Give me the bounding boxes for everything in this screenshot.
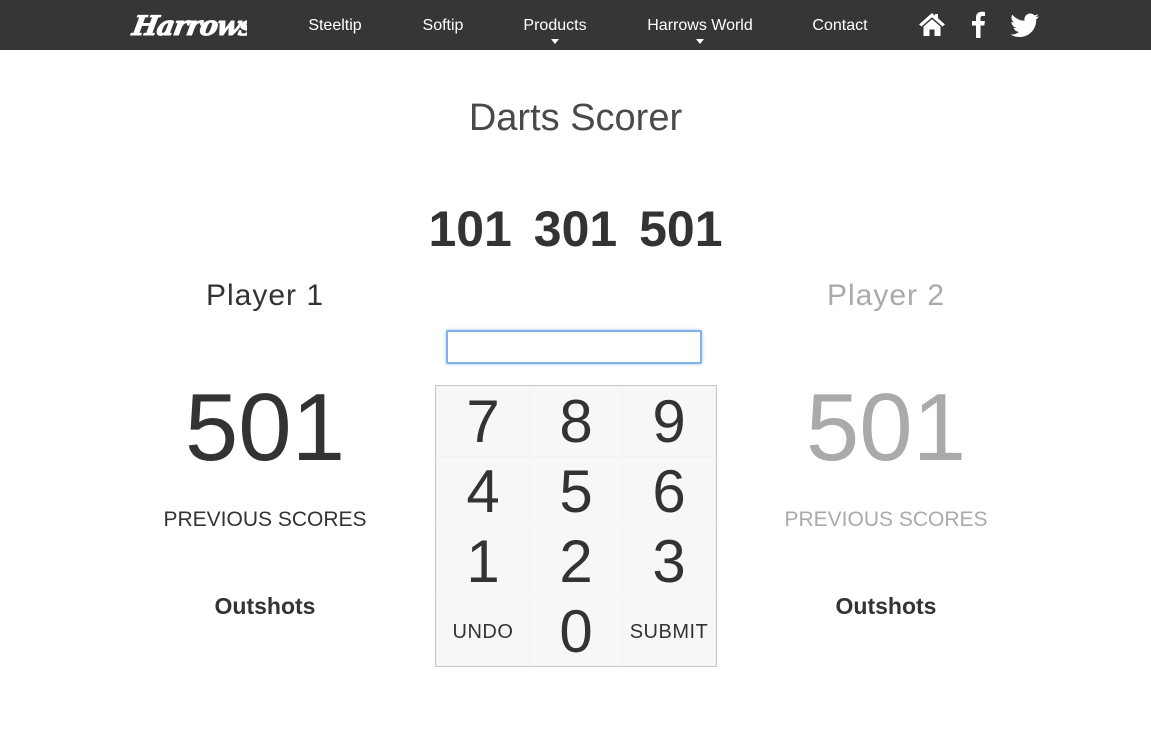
player-1-name[interactable]: Player 1 [135,278,395,314]
game-mode-501[interactable]: 501 [639,200,722,258]
number-keypad: 7 8 9 4 5 6 1 2 3 UNDO 0 SUBMIT [435,385,717,667]
page-title: Darts Scorer [468,97,683,139]
key-4[interactable]: 4 [437,457,529,526]
harrows-logo[interactable]: Harrows Harrows [126,8,247,42]
top-navbar: Harrows Harrows Steeltip Softip Products… [0,0,1151,50]
key-2[interactable]: 2 [530,527,622,596]
key-3[interactable]: 3 [623,527,715,596]
nav-item-contact[interactable]: Contact [812,17,868,35]
nav-item-label: Products [523,17,587,34]
nav-item-harrows-world[interactable]: Harrows World [647,17,753,44]
score-input[interactable] [446,330,702,364]
player-2-score: 501 [805,374,967,481]
nav-item-label: Softip [422,17,464,34]
key-5[interactable]: 5 [530,457,622,526]
twitter-icon[interactable] [1010,13,1040,37]
key-7[interactable]: 7 [437,387,529,456]
nav-item-label: Contact [812,17,868,34]
game-mode-101[interactable]: 101 [428,200,511,258]
player-1-previous-scores-label: PREVIOUS SCORES [163,508,367,531]
game-mode-selector: 101 301 501 [0,200,1151,258]
key-8[interactable]: 8 [530,387,622,456]
nav-item-steeltip[interactable]: Steeltip [308,17,362,35]
submit-button[interactable]: SUBMIT [623,597,715,666]
key-1[interactable]: 1 [437,527,529,596]
key-0[interactable]: 0 [530,597,622,666]
chevron-down-icon [696,39,704,44]
home-icon[interactable] [918,11,946,37]
nav-item-softip[interactable]: Softip [421,17,465,35]
player-1-panel: Player 1 501 PREVIOUS SCORES Outshots [135,278,395,619]
player-2-name[interactable]: Player 2 [756,278,1016,314]
key-9[interactable]: 9 [623,387,715,456]
player-2-panel: Player 2 501 PREVIOUS SCORES Outshots [756,278,1016,619]
undo-button[interactable]: UNDO [437,597,529,666]
nav-item-label: Harrows World [647,17,753,34]
svg-text:Harrows: Harrows [129,10,247,42]
player-2-outshots-label: Outshots [835,593,937,619]
key-6[interactable]: 6 [623,457,715,526]
chevron-down-icon [551,39,559,44]
player-2-previous-scores-label: PREVIOUS SCORES [784,508,988,531]
nav-item-products[interactable]: Products [522,17,588,44]
player-1-score: 501 [184,374,346,481]
facebook-icon[interactable] [970,10,986,38]
game-mode-301[interactable]: 301 [534,200,617,258]
player-1-outshots-label: Outshots [214,593,316,619]
nav-item-label: Steeltip [308,17,362,34]
